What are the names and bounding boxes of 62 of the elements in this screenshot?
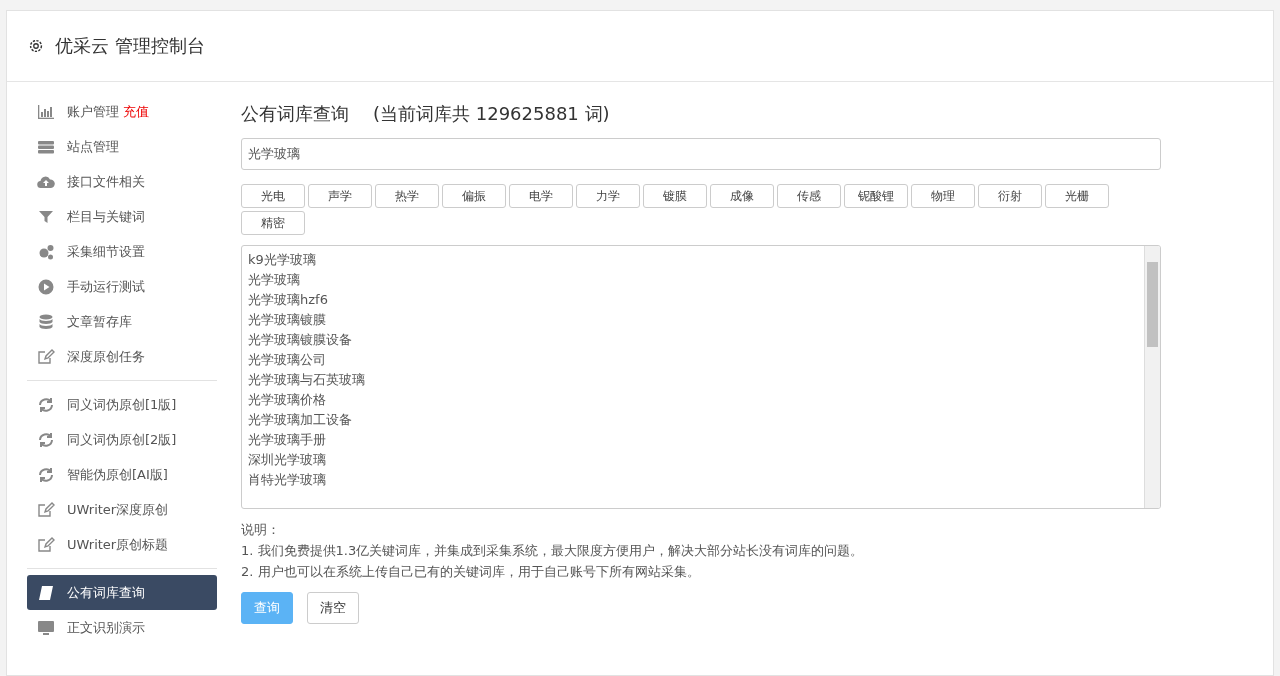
refresh-icon: [37, 395, 55, 414]
console-title: 优采云 管理控制台: [55, 34, 205, 58]
word-count: (当前词库共 129625881 词): [373, 102, 610, 126]
refresh-icon: [37, 465, 55, 484]
tag-button[interactable]: 传感: [777, 184, 841, 208]
result-item[interactable]: 深圳光学玻璃: [248, 450, 1138, 470]
tag-button[interactable]: 成像: [710, 184, 774, 208]
sidebar-item[interactable]: 同义词伪原创[2版]: [27, 422, 217, 457]
sidebar-item[interactable]: 栏目与关键词: [27, 199, 217, 234]
tag-button[interactable]: 力学: [576, 184, 640, 208]
result-item[interactable]: 光学玻璃公司: [248, 350, 1138, 370]
chart-icon: [37, 102, 55, 121]
result-item[interactable]: 光学玻璃加工设备: [248, 410, 1138, 430]
tag-button[interactable]: 镀膜: [643, 184, 707, 208]
edit-icon: [37, 535, 55, 554]
result-item[interactable]: 光学玻璃镀膜: [248, 310, 1138, 330]
result-item[interactable]: k9光学玻璃: [248, 250, 1138, 270]
sidebar-item[interactable]: 智能伪原创[AI版]: [27, 457, 217, 492]
tag-button[interactable]: 偏振: [442, 184, 506, 208]
tag-button[interactable]: 精密: [241, 211, 305, 235]
edit-icon: [37, 500, 55, 519]
result-item[interactable]: 光学玻璃手册: [248, 430, 1138, 450]
result-item[interactable]: 光学玻璃: [248, 270, 1138, 290]
sidebar-item[interactable]: 公有词库查询: [27, 575, 217, 610]
sidebar-item[interactable]: 账户管理 充值: [27, 94, 217, 129]
sidebar-item[interactable]: 接口文件相关: [27, 164, 217, 199]
clear-button[interactable]: 清空: [307, 592, 359, 624]
scrollbar[interactable]: [1144, 246, 1160, 508]
tag-button[interactable]: 电学: [509, 184, 573, 208]
sidebar-item[interactable]: 正文识别演示: [27, 610, 217, 645]
sidebar-item[interactable]: UWriter原创标题: [27, 527, 217, 562]
settings-icon: [27, 37, 45, 55]
result-item[interactable]: 光学玻璃与石英玻璃: [248, 370, 1138, 390]
result-item[interactable]: 光学玻璃镀膜设备: [248, 330, 1138, 350]
search-field[interactable]: 光学玻璃: [241, 138, 1161, 170]
note-text: 2. 用户也可以在系统上传自己已有的关键词库，用于自己账号下所有网站采集。: [241, 563, 701, 581]
sidebar-item[interactable]: UWriter深度原创: [27, 492, 217, 527]
sidebar-item[interactable]: 同义词伪原创[1版]: [27, 387, 217, 422]
result-item[interactable]: 肖特光学玻璃: [248, 470, 1138, 490]
tag-button[interactable]: 光栅: [1045, 184, 1109, 208]
tag-button[interactable]: 光电: [241, 184, 305, 208]
result-item[interactable]: 光学玻璃hzf6: [248, 290, 1138, 310]
tag-button[interactable]: 衍射: [978, 184, 1042, 208]
page-title: 公有词库查询: [241, 102, 349, 126]
sidebar-item[interactable]: 站点管理: [27, 129, 217, 164]
sidebar-item[interactable]: 文章暂存库: [27, 304, 217, 339]
sidebar-item[interactable]: 深度原创任务: [27, 339, 217, 374]
sidebar-item[interactable]: 手动运行测试: [27, 269, 217, 304]
tag-button[interactable]: 物理: [911, 184, 975, 208]
tag-button[interactable]: 声学: [308, 184, 372, 208]
refresh-icon: [37, 430, 55, 449]
monitor-icon: [37, 618, 55, 637]
play-icon: [37, 277, 55, 296]
tag-button[interactable]: 铌酸锂: [844, 184, 908, 208]
tag-button[interactable]: 热学: [375, 184, 439, 208]
notes-heading: 说明：: [241, 521, 281, 539]
sidebar-item[interactable]: 采集细节设置: [27, 234, 217, 269]
edit-icon: [37, 347, 55, 366]
result-item[interactable]: 光学玻璃价格: [248, 390, 1138, 410]
database-icon: [37, 312, 55, 331]
note-text: 1. 我们免费提供1.3亿关键词库，并集成到采集系统，最大限度方便用户，解决大部分站长没有词库的问题。: [241, 542, 865, 560]
results-list[interactable]: k9光学玻璃 光学玻璃 光学玻璃hzf6 光学玻璃镀膜 光学玻璃镀膜设备 光学玻璃公司 光学玻璃与石英玻璃 光学玻璃价格 光学玻璃加工设备 光学玻璃手册 深圳光学玻璃 肖特光学玻璃: [241, 245, 1161, 509]
